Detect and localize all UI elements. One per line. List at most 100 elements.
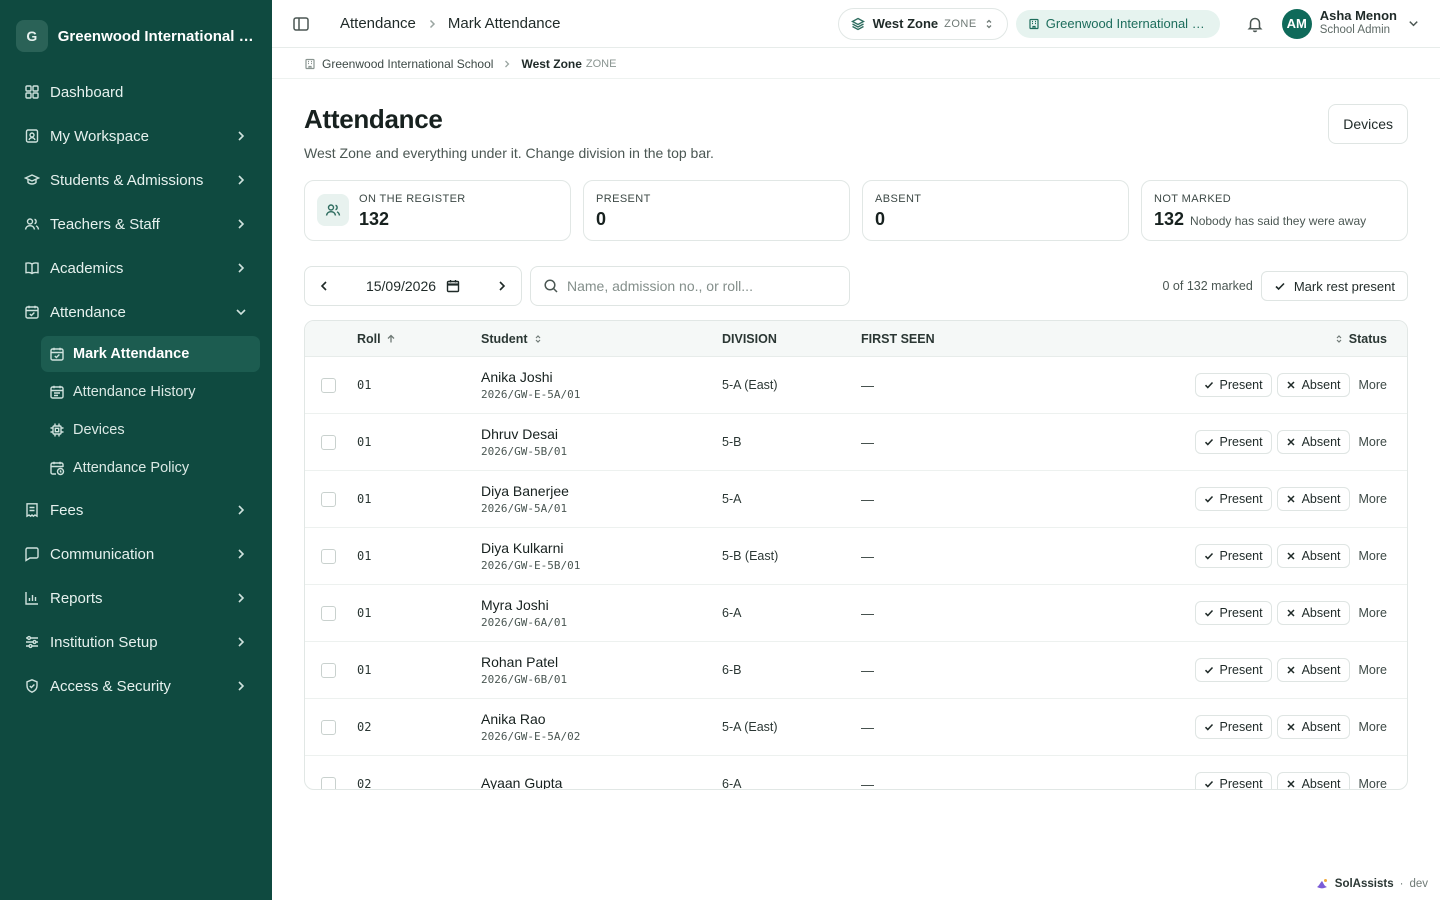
division-cell: 5-A bbox=[722, 492, 742, 506]
sidebar-item-devices[interactable]: Devices bbox=[41, 412, 260, 448]
student-name[interactable]: Diya Kulkarni bbox=[481, 540, 722, 556]
more-button[interactable]: More bbox=[1359, 435, 1387, 449]
more-button[interactable]: More bbox=[1359, 606, 1387, 620]
more-button[interactable]: More bbox=[1359, 378, 1387, 392]
page-title: Attendance bbox=[304, 104, 443, 134]
more-button[interactable]: More bbox=[1359, 663, 1387, 677]
mark-present-button[interactable]: Present bbox=[1194, 658, 1272, 682]
layers-icon bbox=[850, 17, 865, 31]
mark-absent-button[interactable]: Absent bbox=[1276, 658, 1350, 682]
row-checkbox[interactable] bbox=[321, 377, 336, 393]
chevron-left-icon[interactable] bbox=[317, 279, 331, 293]
mark-present-button[interactable]: Present bbox=[1194, 430, 1272, 454]
sidebar-item-label: Access & Security bbox=[50, 677, 171, 695]
status-actions: Present Absent More bbox=[1121, 487, 1407, 511]
student-name[interactable]: Ayaan Gupta bbox=[481, 775, 722, 790]
mark-present-button[interactable]: Present bbox=[1194, 373, 1272, 397]
sidebar-item-attendance-history[interactable]: Attendance History bbox=[41, 374, 260, 410]
school-chip[interactable]: Greenwood International School bbox=[1015, 9, 1220, 38]
student-name[interactable]: Diya Banerjee bbox=[481, 483, 722, 499]
more-button[interactable]: More bbox=[1359, 720, 1387, 734]
marked-count: 0 of 132 marked bbox=[1162, 279, 1253, 293]
row-checkbox[interactable] bbox=[321, 491, 336, 507]
row-checkbox[interactable] bbox=[321, 719, 336, 735]
mark-present-button[interactable]: Present bbox=[1194, 715, 1272, 739]
mark-absent-button[interactable]: Absent bbox=[1276, 430, 1350, 454]
sliders-icon bbox=[24, 634, 40, 650]
more-button[interactable]: More bbox=[1359, 777, 1387, 789]
sidebar-item-institution-setup[interactable]: Institution Setup bbox=[12, 620, 260, 664]
sidebar-toggle-icon[interactable] bbox=[292, 15, 310, 33]
chevron-right-icon[interactable] bbox=[495, 279, 509, 293]
search-input[interactable] bbox=[567, 278, 837, 294]
zone-name: West Zone bbox=[872, 16, 939, 31]
student-name[interactable]: Anika Joshi bbox=[481, 369, 722, 385]
check-icon bbox=[1204, 609, 1213, 617]
stat-value: 132 bbox=[359, 209, 390, 229]
institution-switcher[interactable]: G Greenwood International School bbox=[0, 0, 272, 72]
sidebar-item-attendance-policy[interactable]: Attendance Policy bbox=[41, 450, 260, 486]
mark-present-button[interactable]: Present bbox=[1194, 487, 1272, 511]
row-checkbox[interactable] bbox=[321, 776, 336, 789]
chevron-up-down-icon bbox=[983, 18, 995, 30]
sidebar-item-students-admissions[interactable]: Students & Admissions bbox=[12, 158, 260, 202]
mark-absent-button[interactable]: Absent bbox=[1276, 544, 1350, 568]
roll-cell: 01 bbox=[357, 549, 372, 563]
mark-rest-present-button[interactable]: Mark rest present bbox=[1260, 271, 1408, 301]
check-icon bbox=[1204, 381, 1213, 389]
row-select-cell bbox=[305, 434, 357, 450]
mark-present-button[interactable]: Present bbox=[1194, 601, 1272, 625]
sidebar-item-dashboard[interactable]: Dashboard bbox=[12, 72, 260, 112]
status-actions: Present Absent More bbox=[1121, 544, 1407, 568]
student-name[interactable]: Dhruv Desai bbox=[481, 426, 722, 442]
scope-school[interactable]: Greenwood International School bbox=[322, 57, 493, 71]
row-checkbox[interactable] bbox=[321, 605, 336, 621]
table-row: 02 Anika Rao 2026/GW-E-5A/02 5-A (East) — Pre… bbox=[305, 699, 1407, 756]
student-name[interactable]: Anika Rao bbox=[481, 711, 722, 727]
mark-absent-button[interactable]: Absent bbox=[1276, 715, 1350, 739]
sidebar-item-my-workspace[interactable]: My Workspace bbox=[12, 114, 260, 158]
mark-present-button[interactable]: Present bbox=[1194, 772, 1272, 790]
table-row: 02 Ayaan Gupta 6-A — Present Absent More bbox=[305, 756, 1407, 790]
user-menu[interactable]: AM Asha Menon School Admin bbox=[1281, 8, 1420, 39]
zone-switcher[interactable]: West Zone ZONE bbox=[837, 7, 1008, 40]
sidebar-item-academics[interactable]: Academics bbox=[12, 246, 260, 290]
calendar-icon[interactable] bbox=[446, 279, 460, 293]
header-roll[interactable]: Roll bbox=[357, 332, 469, 346]
row-select-cell bbox=[305, 548, 357, 564]
devices-button[interactable]: Devices bbox=[1328, 104, 1408, 144]
sidebar-item-mark-attendance[interactable]: Mark Attendance bbox=[41, 336, 260, 372]
mark-present-button[interactable]: Present bbox=[1194, 544, 1272, 568]
notifications-bell-icon[interactable] bbox=[1246, 15, 1264, 33]
row-checkbox[interactable] bbox=[321, 434, 336, 450]
mark-absent-button[interactable]: Absent bbox=[1276, 373, 1350, 397]
sidebar-item-label: Mark Attendance bbox=[73, 346, 190, 362]
row-select-cell bbox=[305, 776, 357, 789]
chevron-right-icon bbox=[234, 129, 248, 143]
mark-absent-button[interactable]: Absent bbox=[1276, 487, 1350, 511]
date-field[interactable]: 15/09/2026 bbox=[331, 278, 495, 294]
student-name[interactable]: Rohan Patel bbox=[481, 654, 722, 670]
mark-present-label: Present bbox=[1219, 378, 1263, 392]
sidebar-item-reports[interactable]: Reports bbox=[12, 576, 260, 620]
row-checkbox[interactable] bbox=[321, 548, 336, 564]
header-student[interactable]: Student bbox=[469, 332, 722, 346]
sidebar-item-access-security[interactable]: Access & Security bbox=[12, 664, 260, 708]
sidebar-item-communication[interactable]: Communication bbox=[12, 532, 260, 576]
mark-rest-label: Mark rest present bbox=[1293, 278, 1395, 294]
more-button[interactable]: More bbox=[1359, 492, 1387, 506]
stat-value: 132 bbox=[1154, 209, 1185, 229]
chevron-right-icon bbox=[234, 503, 248, 517]
mark-present-label: Present bbox=[1219, 777, 1263, 790]
sidebar-item-teachers-staff[interactable]: Teachers & Staff bbox=[12, 202, 260, 246]
breadcrumb-attendance[interactable]: Attendance bbox=[340, 15, 416, 32]
mark-absent-button[interactable]: Absent bbox=[1276, 772, 1350, 789]
more-button[interactable]: More bbox=[1359, 549, 1387, 563]
header-status[interactable]: Status bbox=[1121, 332, 1407, 346]
sidebar-item-attendance[interactable]: Attendance bbox=[12, 290, 260, 334]
sidebar-item-fees[interactable]: Fees bbox=[12, 488, 260, 532]
student-name[interactable]: Myra Joshi bbox=[481, 597, 722, 613]
stat-label: ABSENT bbox=[875, 193, 922, 205]
row-checkbox[interactable] bbox=[321, 662, 336, 678]
mark-absent-button[interactable]: Absent bbox=[1276, 601, 1350, 625]
